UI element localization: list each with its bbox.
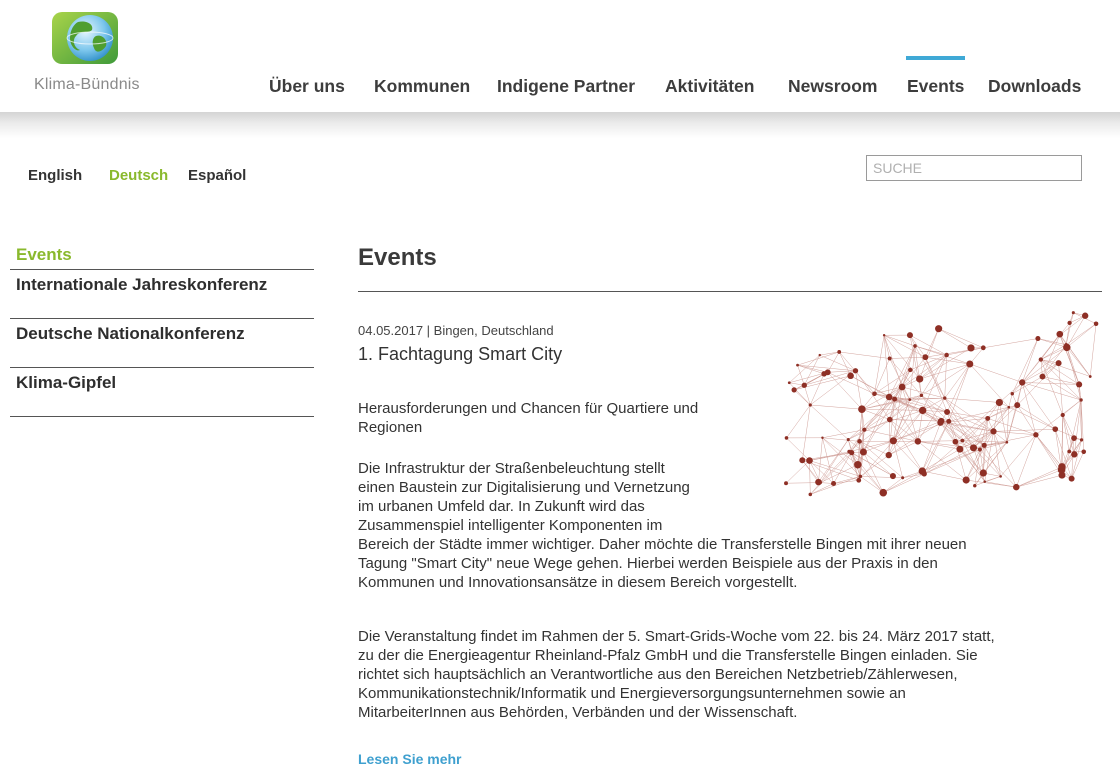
nav-active-indicator xyxy=(906,56,965,60)
sidebar-item-internationale-jahreskonferenz[interactable]: Internationale Jahreskonferenz xyxy=(10,270,314,319)
page-title: Events xyxy=(358,244,437,271)
site-header: Klima-Bündnis Über uns Kommunen Indigene… xyxy=(0,0,1120,118)
paragraph-line: Kommunikationstechnik/Informatik und Ene… xyxy=(358,685,906,702)
paragraph-line: MitarbeiterInnen aus Behörden, Verbänden… xyxy=(358,704,798,721)
paragraph-line: Die Infrastruktur der Straßenbeleuchtung… xyxy=(358,460,665,477)
header-shadow xyxy=(0,112,1120,138)
paragraph-line: einen Baustein zur Digitalisierung und V… xyxy=(358,479,690,496)
event-paragraph-2: Die Veranstaltung findet im Rahmen der 5… xyxy=(358,627,995,722)
event-title-link[interactable]: 1. Fachtagung Smart City xyxy=(358,344,562,365)
event-subtitle: Herausforderungen und Chancen für Quarti… xyxy=(358,399,698,437)
paragraph-line: Tagung "Smart City" neue Wege gehen. Hie… xyxy=(358,555,938,572)
event-paragraph-1: Die Infrastruktur der Straßenbeleuchtung… xyxy=(358,459,967,592)
lang-espanol[interactable]: Español xyxy=(188,167,246,184)
lang-deutsch[interactable]: Deutsch xyxy=(109,167,168,184)
brand-name[interactable]: Klima-Bündnis xyxy=(34,76,140,94)
nav-item-ueber-uns[interactable]: Über uns xyxy=(269,76,345,97)
search-input[interactable] xyxy=(866,155,1082,181)
nav-item-aktivitaeten[interactable]: Aktivitäten xyxy=(665,76,754,97)
title-divider xyxy=(358,291,1102,292)
nav-item-newsroom[interactable]: Newsroom xyxy=(788,76,877,97)
event-meta: 04.05.2017 | Bingen, Deutschland xyxy=(358,323,554,338)
subtitle-line: Regionen xyxy=(358,419,423,436)
nav-item-kommunen[interactable]: Kommunen xyxy=(374,76,470,97)
nav-item-downloads[interactable]: Downloads xyxy=(988,76,1081,97)
sidebar-item-deutsche-nationalkonferenz[interactable]: Deutsche Nationalkonferenz xyxy=(10,319,314,368)
paragraph-line: richtet sich hauptsächlich an Verantwort… xyxy=(358,666,958,683)
sidebar-nav: Events Internationale Jahreskonferenz De… xyxy=(10,240,314,417)
nav-item-events[interactable]: Events xyxy=(907,76,964,97)
paragraph-line: Kommunen und Innovationsansätze in diese… xyxy=(358,574,798,591)
globe-logo-icon[interactable] xyxy=(50,10,120,66)
paragraph-line: zu der die Energieagentur Rheinland-Pfal… xyxy=(358,647,978,664)
sidebar-item-events[interactable]: Events xyxy=(10,240,314,270)
paragraph-line: Zusammenspiel intelligenter Komponenten … xyxy=(358,517,663,534)
paragraph-line: Bereich der Städte immer wichtiger. Dahe… xyxy=(358,536,967,553)
paragraph-line: Die Veranstaltung findet im Rahmen der 5… xyxy=(358,628,995,645)
read-more-link[interactable]: Lesen Sie mehr xyxy=(358,751,462,767)
paragraph-line: im urbanen Umfeld dar. In Zukunft wird d… xyxy=(358,498,645,515)
sidebar-item-klima-gipfel[interactable]: Klima-Gipfel xyxy=(10,368,314,417)
lang-english[interactable]: English xyxy=(28,167,82,184)
nav-item-indigene-partner[interactable]: Indigene Partner xyxy=(497,76,635,97)
subtitle-line: Herausforderungen und Chancen für Quarti… xyxy=(358,400,699,417)
